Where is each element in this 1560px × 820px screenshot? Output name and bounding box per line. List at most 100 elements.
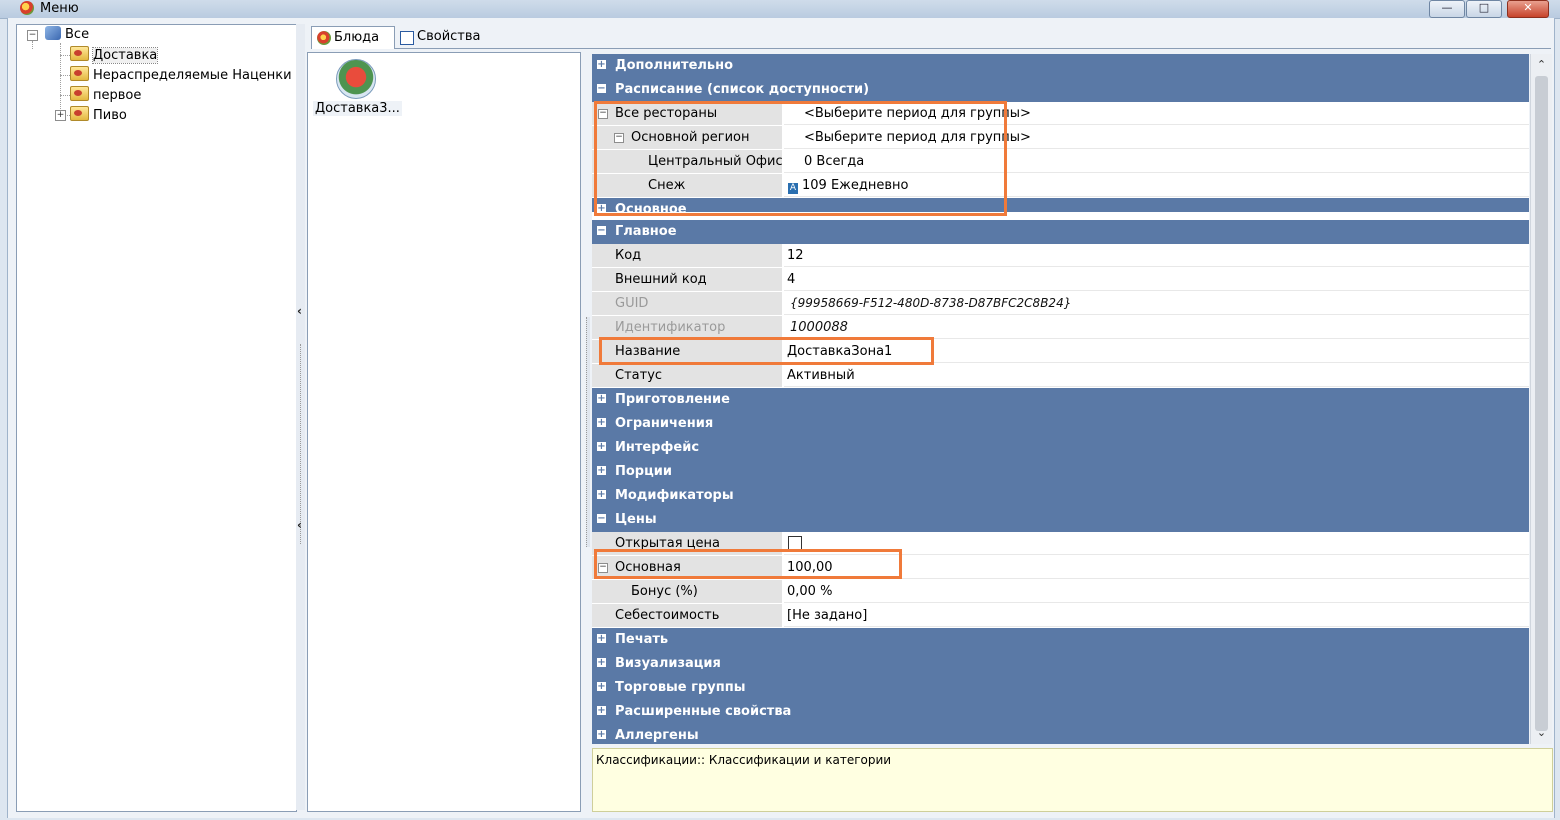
collapse-icon[interactable]: − — [598, 563, 608, 573]
title-bar: Меню — □ ✕ — [0, 0, 1560, 19]
prop-main-region[interactable]: − Основной регион <Выберите период для гр… — [592, 126, 1529, 150]
prop-value[interactable]: <Выберите период для группы> — [784, 102, 1529, 125]
window-title: Меню — [40, 1, 79, 16]
dish-icon — [317, 31, 331, 45]
collapse-icon[interactable]: − — [598, 109, 608, 119]
category-additional[interactable]: + Дополнительно — [592, 54, 1529, 79]
category-extended[interactable]: + Расширенные свойства — [592, 700, 1529, 725]
category-allergens[interactable]: + Аллергены — [592, 724, 1529, 744]
category-trade-groups[interactable]: + Торговые группы — [592, 676, 1529, 701]
panel-splitter[interactable] — [582, 52, 591, 746]
expand-toggle[interactable]: + — [55, 110, 66, 121]
close-button[interactable]: ✕ — [1507, 0, 1549, 18]
category-preparation[interactable]: + Приготовление — [592, 388, 1529, 413]
prop-code[interactable]: Код 12 — [592, 244, 1529, 268]
dish-item-label[interactable]: Доставка3... — [313, 101, 402, 116]
collapse-icon[interactable]: − — [614, 133, 624, 143]
expand-icon[interactable]: + — [597, 682, 606, 692]
prop-value[interactable]: <Выберите период для группы> — [784, 126, 1529, 149]
tree-item-first[interactable]: первое — [70, 86, 141, 104]
category-prices[interactable]: − Цены — [592, 508, 1529, 533]
prop-status[interactable]: Статус Активный — [592, 364, 1529, 388]
collapse-icon[interactable]: − — [597, 514, 606, 524]
collapse-left-icon[interactable]: ‹ — [297, 518, 302, 532]
expand-icon[interactable]: + — [597, 442, 606, 452]
prop-all-restaurants[interactable]: − Все рестораны <Выберите период для груп… — [592, 102, 1529, 126]
expand-icon[interactable]: + — [597, 490, 606, 500]
expand-icon[interactable]: + — [597, 706, 606, 716]
prop-bonus[interactable]: Бонус (%) 0,00 % — [592, 580, 1529, 604]
category-print[interactable]: + Печать — [592, 628, 1529, 653]
prop-open-price[interactable]: Открытая цена — [592, 532, 1529, 556]
expand-icon[interactable]: + — [597, 730, 606, 740]
expand-icon[interactable]: + — [597, 634, 606, 644]
folder-icon — [70, 66, 89, 81]
folder-icon — [70, 86, 89, 101]
menu-root-icon — [45, 26, 61, 40]
category-schedule[interactable]: − Расписание (список доступности) — [592, 78, 1529, 103]
scroll-down-icon[interactable]: ⌄ — [1534, 726, 1549, 740]
prop-value: 1000088 — [784, 316, 1529, 339]
scroll-up-icon[interactable]: ⌃ — [1534, 58, 1549, 72]
tab-label: Блюда — [334, 30, 380, 45]
tree-item-delivery[interactable]: Доставка — [70, 46, 159, 64]
category-limits[interactable]: + Ограничения — [592, 412, 1529, 437]
description-panel: Классификации:: Классификации и категори… — [592, 748, 1553, 812]
scroll-thumb[interactable] — [1535, 76, 1548, 731]
category-modifiers[interactable]: + Модификаторы — [592, 484, 1529, 509]
description-text: Классификации:: Классификации и категори… — [596, 753, 892, 767]
category-portions[interactable]: + Порции — [592, 460, 1529, 485]
prop-cost[interactable]: Себестоимость [Не задано] — [592, 604, 1529, 628]
collapse-toggle[interactable]: − — [27, 30, 38, 41]
prop-value[interactable]: Активный — [784, 364, 1529, 387]
dish-thumbnail-icon[interactable] — [336, 59, 376, 99]
category-main[interactable]: − Главное — [592, 220, 1529, 245]
folder-icon — [70, 106, 89, 121]
expand-icon[interactable]: + — [597, 466, 606, 476]
expand-icon[interactable]: + — [597, 204, 606, 212]
splitter-grip[interactable] — [586, 317, 590, 547]
tree-item-markups[interactable]: Нераспределяемые Наценки — [70, 66, 292, 84]
tree-item-beer[interactable]: Пиво — [70, 106, 127, 124]
category-visualization[interactable]: + Визуализация — [592, 652, 1529, 677]
dish-list[interactable]: Доставка3... — [307, 52, 581, 812]
app-icon — [20, 1, 34, 15]
expand-icon[interactable]: + — [597, 418, 606, 428]
collapse-icon[interactable]: − — [597, 84, 606, 94]
prop-value[interactable]: 0,00 % — [784, 580, 1529, 603]
tab-bar: Блюда Свойства — [311, 24, 1551, 49]
tab-dishes[interactable]: Блюда — [311, 26, 395, 49]
prop-value[interactable]: 100,00 — [784, 556, 1529, 579]
tree-item-root[interactable]: Все — [45, 26, 89, 44]
prop-value[interactable]: ДоставкаЗона1 — [784, 340, 1529, 363]
expand-icon[interactable]: + — [597, 60, 606, 70]
collapse-icon[interactable]: − — [597, 226, 606, 236]
prop-central-office[interactable]: Центральный Офис 0 Всегда — [592, 150, 1529, 174]
folder-icon — [70, 46, 89, 61]
prop-value: {99958669-F512-480D-8738-D87BFC2C8B24} — [784, 292, 1529, 315]
property-grid-scrollbar[interactable]: ⌃ ⌄ — [1530, 54, 1552, 744]
minimize-button[interactable]: — — [1429, 0, 1465, 18]
category-interface[interactable]: + Интерфейс — [592, 436, 1529, 461]
prop-title[interactable]: Название ДоставкаЗона1 — [592, 340, 1529, 364]
splitter-grip[interactable] — [300, 344, 301, 544]
schedule-a-icon: A — [788, 183, 798, 194]
expand-icon[interactable]: + — [597, 658, 606, 668]
prop-external-code[interactable]: Внешний код 4 — [592, 268, 1529, 292]
expand-icon[interactable]: + — [597, 394, 606, 404]
property-grid[interactable]: + Дополнительно − Расписание (список досту… — [592, 54, 1529, 744]
panel-splitter[interactable]: ‹ ‹ — [296, 24, 305, 810]
prop-value[interactable]: 4 — [784, 268, 1529, 291]
prop-value[interactable]: 12 — [784, 244, 1529, 267]
maximize-button[interactable]: □ — [1466, 0, 1502, 18]
collapse-left-icon[interactable]: ‹ — [297, 304, 302, 318]
prop-value[interactable]: [Не задано] — [784, 604, 1529, 627]
category-basic[interactable]: + Основное — [592, 198, 1529, 213]
prop-base-price[interactable]: − Основная 100,00 — [592, 556, 1529, 580]
tab-properties[interactable]: Свойства — [395, 26, 497, 48]
tree-item-label: Пиво — [93, 108, 127, 123]
prop-value[interactable]: 0 Всегда — [784, 150, 1529, 173]
category-tree[interactable]: − Все Доставка Нераспределяемые Наценки … — [16, 24, 297, 812]
prop-snow[interactable]: Снеж A 109 Ежедневно — [592, 174, 1529, 198]
open-price-checkbox[interactable] — [788, 536, 802, 550]
